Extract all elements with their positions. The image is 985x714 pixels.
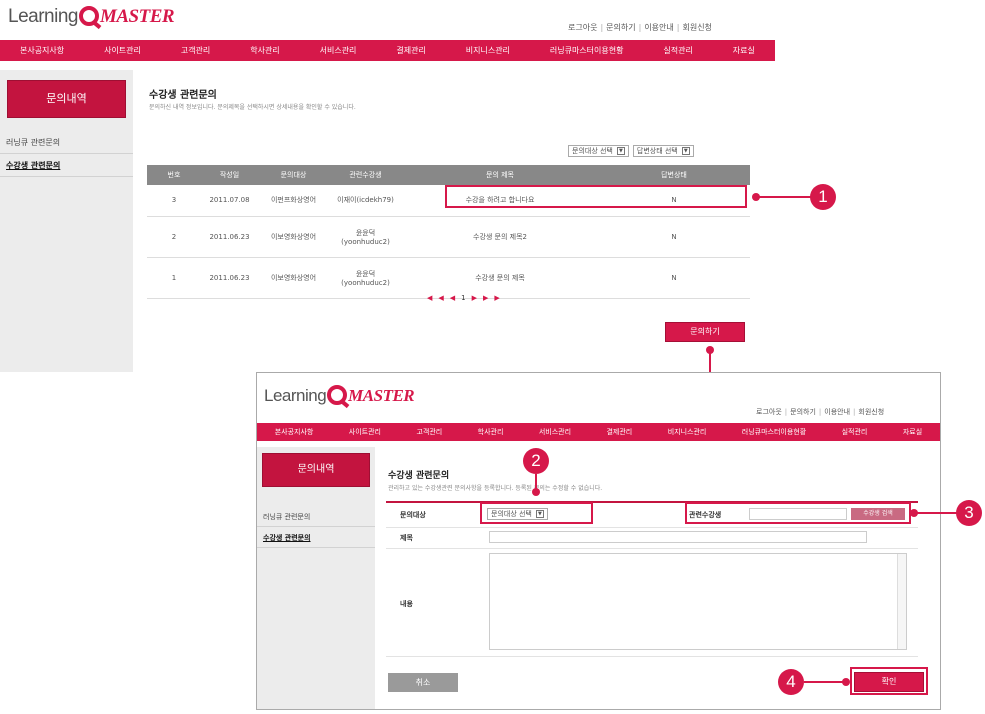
sidebar-item-learningq[interactable]: 러닝큐 관련문의 — [257, 507, 375, 527]
subject-label: 제목 — [400, 534, 413, 542]
subject-link[interactable]: 수강생 문의 제목 — [402, 257, 598, 299]
nav-usage[interactable]: 러닝큐마스터이용현황 — [550, 45, 624, 56]
highlight-subject-cell — [445, 185, 747, 208]
page-title: 수강생 관련문의 — [149, 90, 217, 101]
chevron-down-icon: ▼ — [616, 147, 625, 155]
subject-input[interactable] — [489, 531, 867, 543]
callout-badge-2: 2 — [523, 448, 549, 474]
connector-line — [709, 352, 711, 374]
pagination: ◀◀◀1▶▶▶ — [427, 294, 506, 302]
page-description: 관리하고 있는 수강생관련 문의사항을 등록합니다. 등록된 문의는 수정할 수… — [388, 485, 603, 492]
nav-performance[interactable]: 실적관리 — [663, 45, 692, 56]
filter-bar: 문의대상 선택 ▼ 답변상태 선택 ▼ — [568, 145, 694, 157]
col-target: 문의대상 — [258, 165, 329, 185]
top-links: 로그아웃 | 문의하기 | 이용안내 | 회원신청 — [753, 407, 887, 417]
col-date: 작성일 — [201, 165, 258, 185]
sidebar: 문의내역 러닝큐 관련문의 수강생 관련문의 — [0, 70, 133, 372]
next-page-icon[interactable]: ▶ — [472, 294, 483, 302]
col-student: 관련수강생 — [329, 165, 402, 185]
logout-link[interactable]: 로그아웃 — [753, 408, 785, 416]
nav-customer[interactable]: 고객관리 — [416, 427, 442, 437]
main-nav: 본사공지사항 사이트관리 고객관리 학사관리 서비스관리 결제관리 비지니스관리… — [257, 423, 940, 441]
logout-link[interactable]: 로그아웃 — [565, 23, 600, 32]
nav-notice[interactable]: 본사공지사항 — [20, 45, 64, 56]
cancel-button[interactable]: 취소 — [388, 673, 458, 692]
col-status: 답변상태 — [598, 165, 750, 185]
col-subject: 문의 제목 — [402, 165, 598, 185]
sidebar-title: 문의내역 — [7, 80, 126, 118]
guide-link[interactable]: 이용안내 — [821, 408, 853, 416]
nav-usage[interactable]: 러닝큐마스터이용현황 — [742, 427, 806, 437]
nav-site[interactable]: 사이트관리 — [104, 45, 141, 56]
nav-academic[interactable]: 학사관리 — [478, 427, 504, 437]
prev-page-icon[interactable]: ◀ — [450, 294, 461, 302]
nav-archive[interactable]: 자료실 — [733, 45, 755, 56]
first-page-icon[interactable]: ◀◀ — [427, 294, 450, 302]
screenshot-stage: Learning MASTER 로그아웃 | 문의하기 | 이용안내 | 회원신청 본사공지사… — [0, 0, 985, 714]
signup-link[interactable]: 회원신청 — [855, 408, 887, 416]
learningq-master-logo[interactable]: Learning MASTER — [264, 385, 415, 406]
top-links: 로그아웃 | 문의하기 | 이용안내 | 회원신청 — [565, 22, 715, 33]
nav-business[interactable]: 비지니스관리 — [668, 427, 707, 437]
target-filter-select[interactable]: 문의대상 선택 ▼ — [568, 145, 629, 157]
callout-badge-3: 3 — [956, 500, 982, 526]
nav-notice[interactable]: 본사공지사항 — [275, 427, 314, 437]
callout-badge-4: 4 — [778, 669, 804, 695]
last-page-icon[interactable]: ▶▶ — [483, 294, 506, 302]
table-row[interactable]: 1 2011.06.23 이보영화상영어 윤윤덕 (yoonhuduc2) 수강생… — [147, 257, 750, 299]
learningq-master-logo[interactable]: Learning MASTER — [8, 6, 175, 28]
content-textarea[interactable] — [489, 553, 907, 650]
nav-service[interactable]: 서비스관리 — [539, 427, 571, 437]
sidebar-title: 문의내역 — [262, 453, 370, 487]
page-description: 문의하신 내역 정보입니다. 문의제목을 선택하시면 상세내용을 확인할 수 있… — [149, 104, 356, 111]
nav-site[interactable]: 사이트관리 — [349, 427, 381, 437]
nav-academic[interactable]: 학사관리 — [250, 45, 279, 56]
highlight-student-search — [685, 502, 911, 524]
answer-status: N — [598, 216, 750, 258]
row-divider — [386, 656, 918, 657]
inquiry-link[interactable]: 문의하기 — [787, 408, 819, 416]
nav-business[interactable]: 비지니스관리 — [466, 45, 510, 56]
status-filter-select[interactable]: 답변상태 선택 ▼ — [632, 145, 694, 157]
chevron-down-icon: ▼ — [681, 147, 690, 155]
nav-payment[interactable]: 결제관리 — [396, 45, 425, 56]
content-label: 내용 — [400, 600, 413, 608]
highlight-target-select — [480, 502, 593, 524]
callout-pin — [532, 488, 540, 496]
sidebar-item-student[interactable]: 수강생 관련문의 — [0, 155, 133, 177]
nav-archive[interactable]: 자료실 — [903, 427, 922, 437]
row-divider — [386, 548, 918, 549]
inquiry-form-window: Learning MASTER 로그아웃 | 문의하기 | 이용안내 | 회원신청 본사공지사… — [256, 372, 941, 710]
callout-badge-1: 1 — [810, 184, 836, 210]
main-nav: 본사공지사항 사이트관리 고객관리 학사관리 서비스관리 결제관리 비지니스관리… — [0, 40, 775, 61]
subject-link[interactable]: 수강생 문의 제목2 — [402, 216, 598, 258]
target-label: 문의대상 — [400, 511, 426, 519]
inquire-button[interactable]: 문의하기 — [665, 322, 745, 342]
row-divider — [386, 527, 918, 528]
table-header-row: 번호 작성일 문의대상 관련수강생 문의 제목 답변상태 — [147, 165, 750, 185]
sidebar-item-student[interactable]: 수강생 관련문의 — [257, 528, 375, 548]
nav-performance[interactable]: 실적관리 — [842, 427, 868, 437]
sidebar: 문의내역 러닝큐 관련문의 수강생 관련문의 — [257, 447, 375, 709]
sidebar-item-learningq[interactable]: 러닝큐 관련문의 — [0, 132, 133, 154]
callout-leader — [914, 512, 958, 514]
nav-service[interactable]: 서비스관리 — [320, 45, 357, 56]
logo-q-icon — [78, 6, 99, 26]
callout-leader — [804, 681, 846, 683]
page-title: 수강생 관련문의 — [388, 471, 450, 481]
nav-payment[interactable]: 결제관리 — [606, 427, 632, 437]
table-row[interactable]: 2 2011.06.23 이보영화상영어 윤윤덕 (yoonhuduc2) 수강생… — [147, 216, 750, 258]
page-1[interactable]: 1 — [461, 294, 471, 302]
nav-customer[interactable]: 고객관리 — [181, 45, 210, 56]
callout-leader — [756, 196, 812, 198]
col-number: 번호 — [147, 165, 201, 185]
guide-link[interactable]: 이용안내 — [641, 23, 676, 32]
callout-pin — [842, 678, 850, 686]
logo-q-icon — [327, 385, 348, 405]
inquiry-link[interactable]: 문의하기 — [603, 23, 638, 32]
signup-link[interactable]: 회원신청 — [679, 23, 714, 32]
answer-status: N — [598, 257, 750, 299]
highlight-confirm-button — [850, 667, 928, 695]
